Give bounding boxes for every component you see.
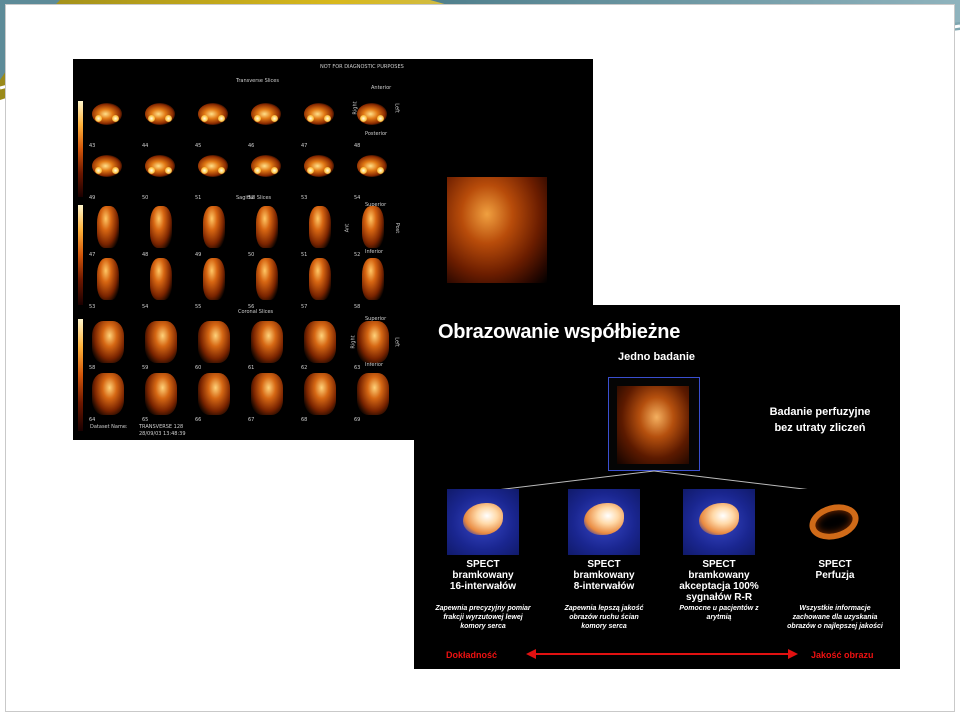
slice-number: 65 xyxy=(142,417,149,423)
slice-number: 53 xyxy=(89,304,96,310)
sagittal-slice: 58 xyxy=(352,256,392,310)
slice-number: 67 xyxy=(248,417,255,423)
label-left-2: Left xyxy=(393,337,400,347)
coronal-slice: 61 xyxy=(246,317,286,371)
slice-number: 57 xyxy=(301,304,308,310)
coronal-slice: 62 xyxy=(299,317,339,371)
coronal-slice: 68 xyxy=(299,369,339,423)
transverse-slice: 51 xyxy=(193,147,233,201)
slice-number: 68 xyxy=(301,417,308,423)
transverse-slice: 53 xyxy=(299,147,339,201)
sagittal-slice: 52 xyxy=(352,204,392,258)
gated-heart-image xyxy=(568,489,640,555)
mode-name: SPECT Perfuzja xyxy=(815,559,855,581)
transverse-slice: 44 xyxy=(140,95,180,149)
coronal-slice: 59 xyxy=(140,317,180,371)
sagittal-slice: 47 xyxy=(87,204,127,258)
slice-number: 51 xyxy=(195,195,202,201)
mode-description: Zapewnia precyzyjny pomiar frakcji wyrzut… xyxy=(435,605,531,630)
colorbar-transverse xyxy=(78,101,83,197)
slice-number: 64 xyxy=(89,417,96,423)
mode-description: Pomocne u pacjentów z arytmią xyxy=(679,605,759,621)
sagittal-slice: 49 xyxy=(193,204,233,258)
transverse-slice: 54 xyxy=(352,147,392,201)
sagittal-slice: 56 xyxy=(246,256,286,310)
axis-right-label: Jakość obrazu xyxy=(811,650,874,660)
double-arrow-icon xyxy=(526,649,798,659)
label-ant: Ant xyxy=(344,223,351,233)
dataset-label: Dataset Name: xyxy=(90,424,128,430)
transverse-slice: 50 xyxy=(140,147,180,201)
transverse-slice: 49 xyxy=(87,147,127,201)
mode-description: Wszystkie informacje zachowane dla uzyska… xyxy=(787,605,883,630)
sagittal-slice: 54 xyxy=(140,256,180,310)
label-post: Post xyxy=(394,222,401,234)
mode-description: Zapewnia lepszą jakość obrazów ruchu ścia… xyxy=(564,605,644,630)
transverse-title: Transverse Slices xyxy=(236,78,279,84)
planar-scan-image xyxy=(447,177,547,283)
mode-name: SPECT bramkowany akceptacja 100% sygnałów R… xyxy=(679,559,759,603)
transverse-slice: 52 xyxy=(246,147,286,201)
label-left-1: Left xyxy=(393,103,400,113)
transverse-slice: 48 xyxy=(352,95,392,149)
gated-heart-image xyxy=(447,489,519,555)
transverse-slice: 46 xyxy=(246,95,286,149)
sagittal-slice: 50 xyxy=(246,204,286,258)
coronal-slice: 67 xyxy=(246,369,286,423)
coronal-slice: 60 xyxy=(193,317,233,371)
concurrent-imaging-panel: Obrazowanie współbieżne Jedno badanie Ba… xyxy=(414,305,900,669)
perfusion-ring-image xyxy=(799,489,871,555)
mode-card: SPECT bramkowany akceptacja 100% sygnałów R… xyxy=(664,489,774,603)
transverse-slice: 47 xyxy=(299,95,339,149)
slice-number: 66 xyxy=(195,417,202,423)
mode-card: SPECT Perfuzja xyxy=(780,489,890,581)
coronal-slice: 58 xyxy=(87,317,127,371)
dataset-timestamp: 28/09/03 13:48:39 xyxy=(139,431,186,437)
dataset-value: TRANSVERSE 128 xyxy=(139,424,184,430)
mode-card: SPECT bramkowany 16-interwałów xyxy=(428,489,538,592)
sagittal-slice: 48 xyxy=(140,204,180,258)
colorbar-coronal xyxy=(78,319,83,431)
colorbar-sagittal xyxy=(78,205,83,305)
sagittal-slice: 55 xyxy=(193,256,233,310)
label-anterior: Anterior xyxy=(371,85,392,91)
transverse-slice: 45 xyxy=(193,95,233,149)
coronal-slice: 66 xyxy=(193,369,233,423)
slice-number: 49 xyxy=(89,195,96,201)
mode-card: SPECT bramkowany 8-interwałów xyxy=(549,489,659,592)
axis-left-label: Dokładność xyxy=(446,650,498,660)
slice-number: 58 xyxy=(354,304,361,310)
slice-number: 50 xyxy=(142,195,149,201)
sagittal-title: Sagittal Slices xyxy=(236,195,272,201)
diagnostic-warning: NOT FOR DIAGNOSTIC PURPOSES xyxy=(320,64,404,70)
slice-number: 54 xyxy=(142,304,149,310)
transverse-slice: 43 xyxy=(87,95,127,149)
sagittal-slice: 57 xyxy=(299,256,339,310)
coronal-slice: 64 xyxy=(87,369,127,423)
sagittal-slice: 53 xyxy=(87,256,127,310)
slice-number: 53 xyxy=(301,195,308,201)
mode-name: SPECT bramkowany 8-interwałów xyxy=(573,559,635,592)
coronal-title: Coronal Slices xyxy=(238,309,274,315)
slice-number: 69 xyxy=(354,417,361,423)
gated-heart-image xyxy=(683,489,755,555)
mode-name: SPECT bramkowany 16-interwałów xyxy=(449,559,517,592)
coronal-slice: 69 xyxy=(352,369,392,423)
slice-number: 54 xyxy=(354,195,361,201)
slice-number: 55 xyxy=(195,304,202,310)
coronal-slice: 63 xyxy=(352,317,392,371)
sagittal-slice: 51 xyxy=(299,204,339,258)
coronal-slice: 65 xyxy=(140,369,180,423)
